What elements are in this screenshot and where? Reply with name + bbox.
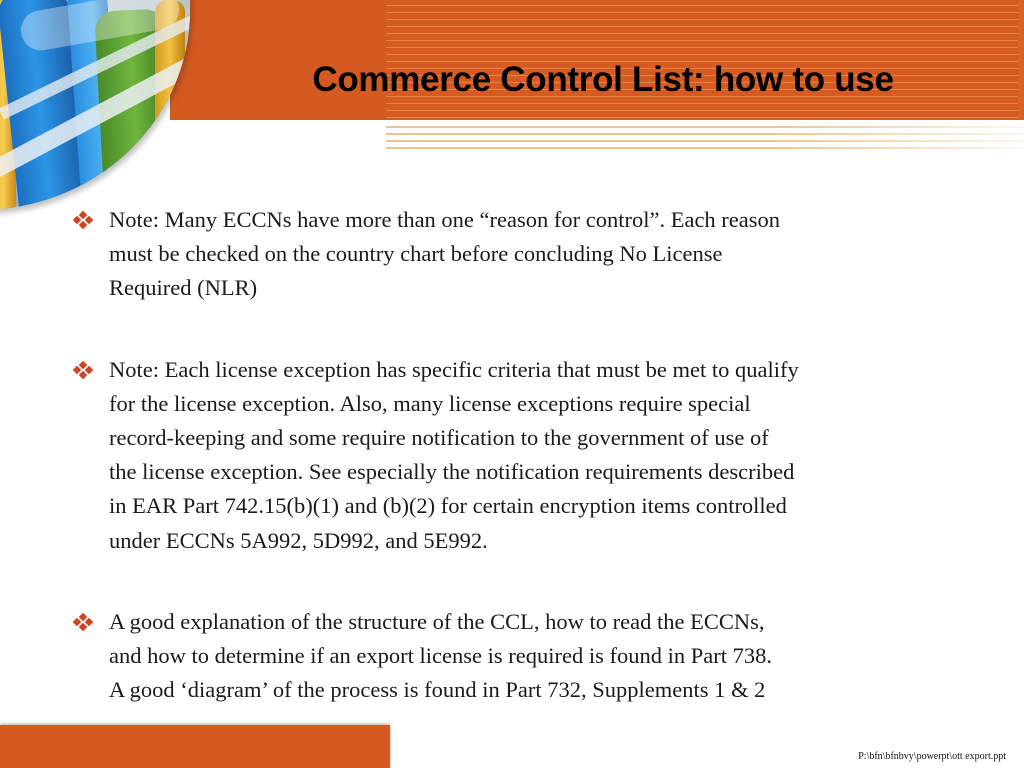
bullet-line: Note: Each license exception has specifi… <box>109 356 799 382</box>
footer-bar <box>0 725 390 768</box>
bullet-item: Note: Many ECCNs have more than one “rea… <box>70 203 970 306</box>
bullet-line: must be checked on the country chart bef… <box>109 241 723 267</box>
bullet-line: A good ‘diagram’ of the process is found… <box>109 677 766 703</box>
bullet-line: A good explanation of the structure of t… <box>109 608 765 634</box>
bullet-line: in EAR Part 742.15(b)(1) and (b)(2) for … <box>109 493 787 519</box>
bullet-item: A good explanation of the structure of t… <box>70 605 970 708</box>
bullet-line: Required (NLR) <box>109 275 258 301</box>
bullet-line: Note: Many ECCNs have more than one “rea… <box>109 207 781 232</box>
decorative-stripes <box>386 122 1024 150</box>
diamond-cluster-icon <box>72 210 94 230</box>
bullet-line: for the license exception. Also, many li… <box>109 390 751 416</box>
test-tubes-photo <box>0 0 190 210</box>
bullet-line: record-keeping and some require notifica… <box>109 425 769 451</box>
bullet-list: Note: Many ECCNs have more than one “rea… <box>70 203 970 707</box>
bullet-line: the license exception. See especially th… <box>109 459 795 485</box>
slide-title: Commerce Control List: how to use <box>312 60 894 99</box>
bullet-line: under ECCNs 5A992, 5D992, and 5E992. <box>109 527 488 553</box>
footer-file-path: P:\bfn\bfnbvy\powerpt\ott export.ppt <box>858 751 1006 762</box>
diamond-cluster-icon <box>72 612 94 632</box>
bullet-line: and how to determine if an export licens… <box>109 643 772 669</box>
diamond-cluster-icon <box>72 360 94 379</box>
bullet-item: Note: Each license exception has specifi… <box>70 353 970 558</box>
